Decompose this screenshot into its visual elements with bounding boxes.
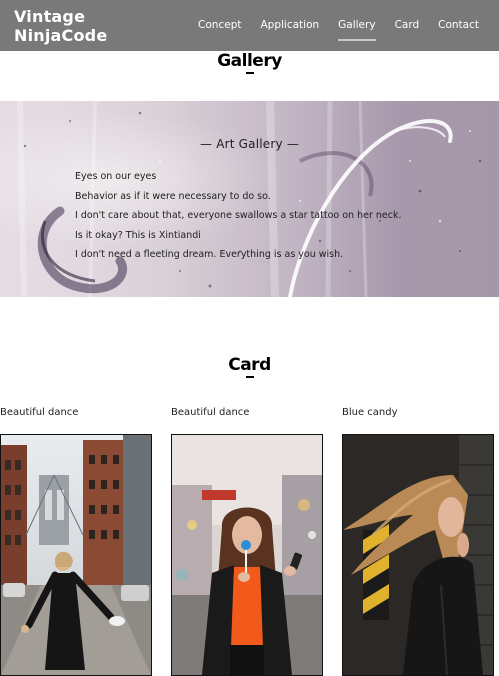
card-label: Beautiful dance <box>171 407 250 418</box>
nav-link-contact[interactable]: Contact <box>438 19 479 33</box>
gallery-section-title: Gallery <box>0 51 499 74</box>
site-header: Vintage NinjaCode Concept Application Ga… <box>0 0 499 51</box>
nav-link-application[interactable]: Application <box>260 19 319 33</box>
card-beautiful-dance-2[interactable]: Beautiful dance <box>171 404 323 676</box>
nav-link-gallery[interactable]: Gallery <box>338 19 376 41</box>
city-street-dancer-photo[interactable] <box>0 434 152 676</box>
card-title-text: Card <box>228 355 271 375</box>
gallery-title-text: Gallery <box>217 51 282 71</box>
card-section-title: Card <box>0 355 499 378</box>
title-underline <box>245 72 254 74</box>
gallery-line: Behavior as if it were necessary to do s… <box>75 190 271 202</box>
gallery-line: Is it okay? This is Xintiandi <box>75 229 201 241</box>
woman-against-wall-photo[interactable] <box>342 434 494 676</box>
card-label: Blue candy <box>342 407 398 418</box>
nav-link-concept[interactable]: Concept <box>198 19 241 33</box>
main-nav: Concept Application Gallery Card Contact <box>179 19 479 41</box>
gallery-text-block: Eyes on our eyes Behavior as if it were … <box>75 167 401 265</box>
brand-logo[interactable]: Vintage NinjaCode <box>14 7 179 45</box>
nav-link-card[interactable]: Card <box>395 19 420 33</box>
card-beautiful-dance-1[interactable]: Beautiful dance <box>0 404 152 676</box>
card-label: Beautiful dance <box>0 407 79 418</box>
art-gallery-title: — Art Gallery — <box>199 137 300 151</box>
title-underline <box>245 376 254 378</box>
art-gallery-banner: — Art Gallery — Eyes on our eyes Behavio… <box>0 101 499 297</box>
card-blue-candy[interactable]: Blue candy <box>342 404 494 676</box>
gallery-line: I don't need a fleeting dream. Everythin… <box>75 249 344 260</box>
woman-with-lollipop-photo[interactable] <box>171 434 323 676</box>
gallery-line: Eyes on our eyes <box>75 171 157 182</box>
gallery-line: I don't care about that, everyone swallo… <box>75 210 402 221</box>
